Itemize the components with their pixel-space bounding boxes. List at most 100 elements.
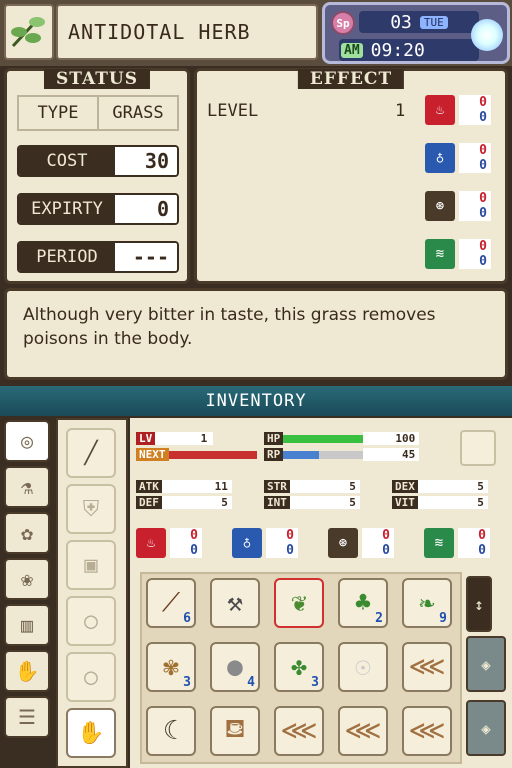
time-display: AM 09:20 (339, 39, 479, 61)
water-icon: ♁ (232, 528, 262, 558)
inventory-slot[interactable]: ❦ (274, 578, 324, 628)
element-values: 0 0 (459, 191, 491, 223)
tab-monsters[interactable]: ✿ (4, 512, 50, 554)
leaf-herb-icon: ❧ (419, 588, 435, 618)
inventory-element-1: ♁ 0 0 (232, 528, 302, 560)
inventory-slot[interactable]: ⋘ (402, 642, 452, 692)
expand-grid-icon[interactable] (460, 430, 496, 466)
watering-can-icon: ⛾ (224, 714, 246, 744)
cost-row: COST 30 (17, 145, 179, 177)
period-row: PERIOD --- (17, 241, 179, 273)
element-value-b: 0 (266, 543, 298, 558)
herb-icon (11, 16, 45, 48)
withered-grass-icon: ✾ (163, 652, 179, 682)
hands-icon: ✋ (77, 720, 105, 746)
inventory-slot[interactable]: ☾ (146, 706, 196, 756)
tab-book[interactable]: ▥ (4, 604, 50, 646)
dex-value: 5 (417, 480, 488, 493)
vit-label: VIT (392, 496, 418, 509)
atk-label: ATK (136, 480, 162, 493)
inventory-slot[interactable]: ♣ 2 (338, 578, 388, 628)
element-value-a: 0 (170, 528, 202, 543)
target-icon: ◎ (20, 429, 34, 453)
next-row: NEXT (136, 448, 257, 461)
inventory-slot[interactable]: ✤ 3 (274, 642, 324, 692)
weapon-slot[interactable]: ╱ (66, 428, 116, 478)
inventory-slot[interactable]: ● 4 (210, 642, 260, 692)
element-value-a: 0 (362, 528, 394, 543)
inventory-slot[interactable]: ⋘ (402, 706, 452, 756)
int-value: 5 (289, 496, 360, 509)
shield-slot[interactable]: ⛨ (66, 484, 116, 534)
inventory-slot[interactable]: ⋘ (338, 706, 388, 756)
fish-icon: ⋘ (408, 652, 446, 682)
item-quantity: 6 (183, 611, 191, 626)
vit-value: 5 (417, 496, 488, 509)
item-quantity: 3 (183, 675, 191, 690)
clock-panel: Sp 03 TUE AM 09:20 (322, 2, 510, 64)
element-value-a: 0 (459, 143, 491, 158)
effect-panel: EFFECT LEVEL 1 ♨ 0 0 ♁ 0 0 ⊛ 0 0 ≋ 0 0 (194, 68, 508, 284)
period-value: --- (115, 243, 177, 271)
earth-icon: ⊛ (425, 191, 455, 221)
inventory-slot[interactable]: ✾ 3 (146, 642, 196, 692)
def-value: 5 (161, 496, 232, 509)
inventory-slot[interactable]: ⟋ 6 (146, 578, 196, 628)
water-icon: ♁ (425, 143, 455, 173)
day-number: 03 (390, 11, 412, 33)
element-value-b: 0 (459, 110, 491, 125)
sun-icon (471, 19, 503, 51)
armor-icon: ▣ (84, 552, 98, 578)
tree-icon: ♣ (355, 588, 371, 618)
rp-value: 45 (363, 448, 420, 461)
element-value-a: 0 (459, 95, 491, 110)
inventory-element-3: ≋ 0 0 (424, 528, 494, 560)
cost-label: COST (19, 147, 115, 175)
armor-slot[interactable]: ▣ (66, 540, 116, 590)
book-icon: ▥ (20, 613, 34, 637)
atk-value: 11 (161, 480, 232, 493)
level-label: LEVEL (207, 101, 259, 121)
hands-slot[interactable]: ✋ (66, 708, 116, 758)
fish-icon: ⋘ (344, 716, 382, 746)
tab-crops[interactable]: ❀ (4, 558, 50, 600)
tab-equipment[interactable]: ◎ (4, 420, 50, 462)
tab-shipping[interactable]: ✋ (4, 650, 50, 692)
inventory-slot[interactable]: ⚒ (210, 578, 260, 628)
type-label: TYPE (19, 97, 99, 129)
fire-icon: ♨ (136, 528, 166, 558)
scroll-page-3[interactable]: ◈ (466, 700, 506, 756)
crop-icon: ❀ (20, 567, 34, 591)
lv-value: 1 (155, 432, 214, 445)
fire-icon: ♨ (425, 95, 455, 125)
level-value: 1 (395, 101, 406, 121)
stats-area: LV 1 NEXT HP 100 RP 45 ATK 11 DEF 5 STR 5 INT 5… (130, 418, 512, 568)
stone-icon: ● (227, 652, 243, 682)
scroll-up-button[interactable]: ↕ (466, 576, 492, 632)
dex-label: DEX (392, 480, 418, 493)
str-value: 5 (289, 480, 360, 493)
item-icon-box (4, 4, 54, 60)
element-value-b: 0 (170, 543, 202, 558)
scroll-page-2[interactable]: ◈ (466, 636, 506, 692)
element-value-a: 0 (459, 239, 491, 254)
element-values: 0 0 (362, 528, 394, 560)
int-label: INT (264, 496, 290, 509)
inventory-slot[interactable]: ⋘ (274, 706, 324, 756)
hoe-icon: ⚒ (227, 588, 243, 618)
rp-bar (283, 451, 364, 459)
item-quantity: 3 (311, 675, 319, 690)
status-panel: STATUS TYPE GRASS COST 30 EXPIRTY 0 PERI… (4, 68, 190, 284)
inventory-slot[interactable]: ☉ (338, 642, 388, 692)
tab-records[interactable]: ☰ (4, 696, 50, 738)
item-name: ANTIDOTAL HERB (56, 4, 318, 60)
element-value-a: 0 (458, 528, 490, 543)
accessory-slot-2[interactable]: ◯ (66, 652, 116, 702)
inventory-slot[interactable]: ⛾ (210, 706, 260, 756)
str-row: STR 5 (264, 480, 360, 493)
page-icon: ◈ (481, 654, 491, 674)
accessory-slot-1[interactable]: ◯ (66, 596, 116, 646)
effect-title: EFFECT (297, 69, 405, 89)
tab-items[interactable]: ⚗ (4, 466, 50, 508)
inventory-slot[interactable]: ❧ 9 (402, 578, 452, 628)
